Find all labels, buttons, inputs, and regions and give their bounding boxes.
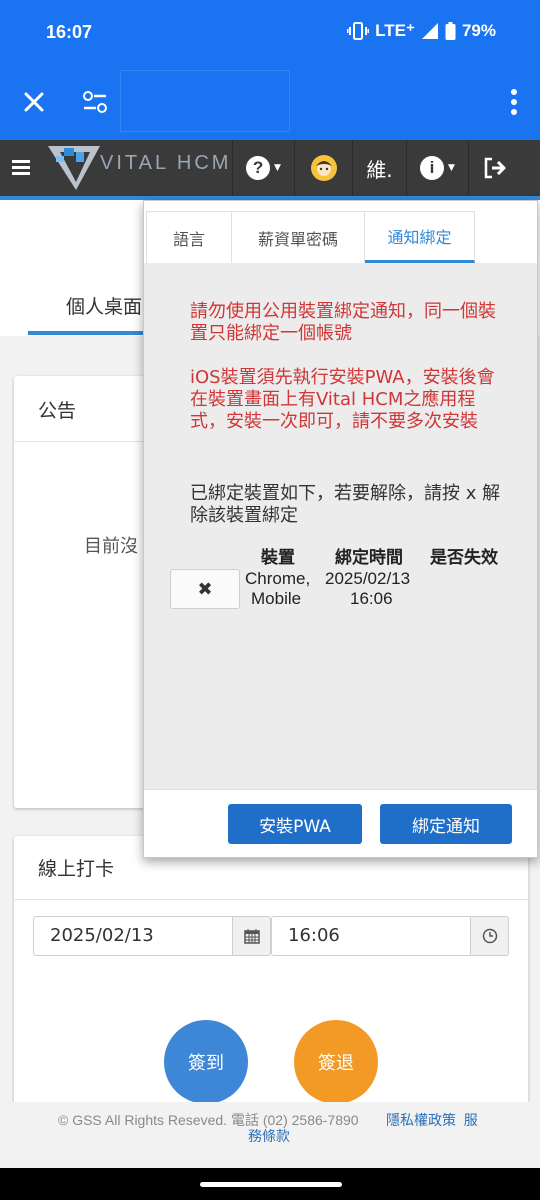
privacy-link-label: 隱私權政策 [386, 1112, 456, 1128]
app-header: VITAL HCM ? ▼ 維. i ▼ [0, 140, 540, 200]
chevron-down-icon: ▼ [274, 163, 281, 173]
announcement-empty-text: 目前沒 [84, 536, 138, 557]
popup-tabs: 語言 薪資單密碼 通知綁定 [144, 201, 537, 263]
date-input-group: 2025/02/13 [33, 916, 271, 956]
status-icons: LTE⁺ 79% [347, 21, 496, 41]
battery-icon [445, 22, 456, 40]
device-type: Mobile [251, 589, 302, 608]
warning-ios-pwa: iOS裝置須先執行安裝PWA，安裝後會在裝置畫面上有Vital HCM之應用程式… [190, 367, 495, 432]
url-bar[interactable] [120, 70, 290, 132]
bind-notification-button[interactable]: 綁定通知 [380, 804, 512, 844]
popup-footer: 安裝PWA 綁定通知 [144, 789, 537, 857]
avatar[interactable] [294, 140, 352, 196]
home-gesture-handle[interactable] [200, 1182, 342, 1187]
time-input-group: 16:06 [271, 916, 509, 956]
active-tab-indicator [28, 331, 148, 335]
sign-out-button[interactable]: 簽退 [294, 1020, 378, 1104]
vibrate-icon [347, 22, 370, 40]
logo-text: VITAL HCM [100, 152, 232, 174]
header-bind-time: 綁定時間 [335, 548, 403, 568]
browser-toolbar [0, 66, 540, 140]
notification-binding-popup: 語言 薪資單密碼 通知綁定 請勿使用公用裝置綁定通知，同一個裝置只能綁定一個帳號… [143, 200, 538, 858]
avatar-icon [310, 155, 337, 181]
bind-time-cell: 2025/02/13 16:06 [325, 569, 435, 609]
info-menu[interactable]: i ▼ [406, 140, 468, 196]
device-cell: Chrome, Mobile [245, 569, 325, 609]
system-nav-bar [0, 1168, 540, 1200]
network-label: LTE⁺ [375, 21, 415, 40]
logout-icon [484, 157, 505, 179]
online-checkin-card: 線上打卡 2025/02/13 16:06 簽到 簽退 [14, 836, 528, 1126]
header-device: 裝置 [261, 548, 295, 568]
bound-devices-note: 已綁定裝置如下，若要解除，請按 x 解除該裝置綁定 [190, 483, 501, 526]
sign-in-button[interactable]: 簽到 [164, 1020, 248, 1104]
footer: © GSS All Rights Reseved. 電話 (02) 2586-7… [0, 1102, 540, 1172]
chevron-down-icon: ▼ [448, 163, 455, 173]
popup-body: 請勿使用公用裝置綁定通知，同一個裝置只能綁定一個帳號 iOS裝置須先執行安裝PW… [144, 263, 537, 789]
info-icon: i [420, 156, 445, 180]
tab-notification-binding[interactable]: 通知綁定 [365, 211, 475, 263]
copyright-text: © GSS All Rights Reseved. 電話 (02) 2586-7… [58, 1112, 359, 1128]
date-field[interactable]: 2025/02/13 [33, 916, 233, 956]
warning-public-device: 請勿使用公用裝置綁定通知，同一個裝置只能綁定一個帳號 [190, 301, 496, 344]
status-bar: 16:07 LTE⁺ 79% [0, 0, 540, 66]
tab-payslip-password[interactable]: 薪資單密碼 [232, 211, 365, 263]
header-expired: 是否失效 [430, 548, 498, 568]
time-field[interactable]: 16:06 [271, 916, 471, 956]
clock-button[interactable] [471, 916, 509, 956]
more-vert-icon[interactable] [510, 88, 518, 116]
calendar-icon [243, 929, 260, 944]
device-name: Chrome, [245, 569, 311, 588]
hamburger-menu-icon[interactable] [12, 158, 30, 176]
help-icon: ? [246, 156, 271, 180]
signal-icon [421, 23, 438, 39]
terms-link[interactable]: 務條款 [248, 1126, 290, 1146]
tune-icon[interactable] [82, 88, 108, 116]
bind-date: 2025/02/13 [325, 569, 411, 588]
close-icon[interactable] [18, 86, 50, 118]
help-menu[interactable]: ? ▼ [232, 140, 294, 196]
install-pwa-button[interactable]: 安裝PWA [228, 804, 362, 844]
close-icon: ✖ [197, 578, 213, 600]
terms-link-part-1[interactable]: 服 [464, 1112, 478, 1128]
bind-time: 16:06 [350, 589, 393, 608]
battery-label: 79% [461, 21, 496, 40]
user-name[interactable]: 維. [352, 140, 406, 196]
status-time: 16:07 [46, 22, 93, 42]
logout-button[interactable] [468, 140, 520, 196]
tab-language[interactable]: 語言 [146, 211, 232, 263]
privacy-link[interactable]: 隱私權政策 服 [386, 1110, 478, 1130]
unbind-device-button[interactable]: ✖ [170, 569, 240, 609]
tab-personal-desktop[interactable]: 個人桌面 [66, 292, 142, 319]
calendar-button[interactable] [233, 916, 271, 956]
clock-icon [482, 928, 497, 944]
